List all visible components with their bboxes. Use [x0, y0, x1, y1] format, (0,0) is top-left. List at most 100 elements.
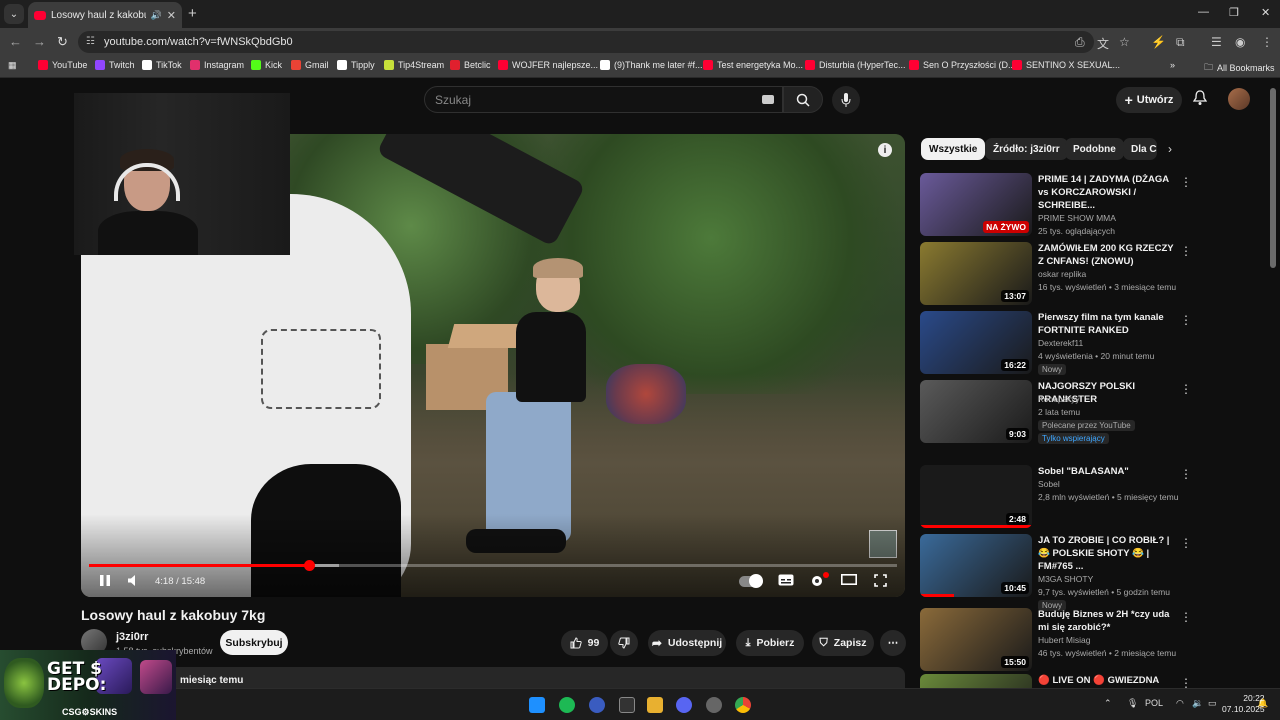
bell-icon[interactable] — [1193, 90, 1207, 106]
taskbar-clock[interactable]: 20:22 07.10.2025 — [1222, 693, 1265, 715]
fullscreen-icon[interactable] — [874, 574, 887, 587]
autoplay-toggle[interactable] — [739, 574, 763, 588]
chip-filter[interactable]: Źródło: j3zi0rr — [985, 138, 1068, 160]
bookmark-13[interactable]: Sen O Przyszłości (D... — [909, 60, 1016, 70]
media-icon[interactable]: ☰ — [1211, 35, 1222, 49]
create-button[interactable]: + Utwórz — [1116, 87, 1182, 113]
recommendation-thumbnail[interactable]: 15:50 — [920, 608, 1032, 671]
recommendation-channel[interactable]: Dexterekf11 — [1038, 338, 1083, 348]
bookmark-12[interactable]: Disturbia (HyperTec... — [805, 60, 906, 70]
bookmark-14[interactable]: SENTINO X SEXUAL... — [1012, 60, 1120, 70]
keyboard-icon[interactable] — [762, 95, 774, 104]
recommendation-title[interactable]: ZAMÓWIŁEM 200 KG RZECZY Z CNFANS! (ZNOWU… — [1038, 242, 1178, 268]
back-icon[interactable]: ← — [9, 34, 22, 49]
kebab-icon[interactable]: ⋮ — [1180, 175, 1192, 189]
recommendation-channel[interactable]: Sobel — [1038, 479, 1060, 489]
mic-icon[interactable]: 🎙 — [1127, 698, 1138, 709]
kebab-icon[interactable]: ⋮ — [1180, 382, 1192, 396]
description-box[interactable]: miesiąc temu — [81, 667, 905, 688]
channel-name[interactable]: j3zi0rr — [116, 631, 148, 643]
recommendation-thumbnail[interactable]: 10:45 — [920, 534, 1032, 597]
recommendation-thumbnail[interactable] — [920, 674, 1032, 688]
dislike-button[interactable] — [610, 630, 638, 656]
extensions-icon[interactable]: ⧉ — [1176, 35, 1185, 50]
recommendation-thumbnail[interactable]: 13:07 — [920, 242, 1032, 305]
save-button[interactable]: ⛉ Zapisz — [812, 630, 874, 656]
chrome-icon[interactable] — [735, 697, 751, 713]
voice-search-button[interactable] — [832, 86, 860, 114]
search-input[interactable]: Szukaj — [424, 86, 783, 113]
recommendation-channel[interactable]: Hubert Misiag — [1038, 635, 1090, 645]
install-icon[interactable]: ⎙ — [1075, 35, 1085, 50]
speaker-icon[interactable]: 🔊 — [151, 10, 162, 21]
bookmark-9[interactable]: WOJFER najlepsze... — [498, 60, 598, 70]
recommendation-item[interactable]: 2:48 Sobel "BALASANA" Sobel 2,8 mln wyświet… — [920, 465, 1265, 531]
language-indicator[interactable]: POL — [1145, 698, 1163, 708]
more-actions-button[interactable]: ⋯ — [880, 630, 906, 656]
recommendation-channel[interactable]: Konopskyy — [1038, 394, 1080, 404]
battery-icon[interactable]: ▭ — [1208, 698, 1217, 709]
progress-bar[interactable] — [89, 560, 897, 571]
explorer-icon[interactable] — [647, 697, 663, 713]
bookmark-7[interactable]: Tip4Stream — [384, 60, 444, 70]
apps-icon[interactable]: ▦ — [8, 60, 17, 71]
info-icon[interactable]: i — [878, 143, 892, 157]
recommendation-thumbnail[interactable]: NA ŻYWO — [920, 173, 1032, 236]
window-close-button[interactable]: ✕ — [1261, 6, 1270, 19]
bookmark-2[interactable]: TikTok — [142, 60, 182, 70]
kebab-icon[interactable]: ⋮ — [1261, 35, 1273, 49]
pause-icon[interactable] — [99, 574, 111, 587]
like-button[interactable]: 99 — [561, 630, 608, 656]
browser-tab-active[interactable]: Losowy haul z kakobuy 7kg 🔊 ✕ — [28, 2, 182, 28]
chip-filter[interactable]: Podobne — [1065, 138, 1124, 160]
kebab-icon[interactable]: ⋮ — [1180, 313, 1192, 327]
epic-icon[interactable] — [619, 697, 635, 713]
app-icon[interactable] — [589, 697, 605, 713]
translate-icon[interactable]: 文 — [1097, 35, 1109, 52]
profile-icon[interactable]: ◉ — [1235, 35, 1245, 49]
progress-scrubber[interactable] — [303, 560, 315, 571]
star-icon[interactable]: ☆ — [1119, 35, 1130, 49]
bookmark-4[interactable]: Kick — [251, 60, 282, 70]
more-bookmarks-icon[interactable]: » — [1170, 60, 1175, 70]
kebab-icon[interactable]: ⋮ — [1180, 676, 1192, 688]
extension-icon[interactable]: ⚡ — [1151, 35, 1166, 49]
recommendation-thumbnail[interactable]: 16:22 — [920, 311, 1032, 374]
bookmark-8[interactable]: Betclic — [450, 60, 491, 70]
windows-icon[interactable] — [529, 697, 545, 713]
all-bookmarks-button[interactable]: 🗀 All Bookmarks — [1204, 60, 1275, 76]
site-info-icon[interactable]: ☷ — [86, 36, 95, 47]
recommendation-thumbnail[interactable]: 9:03 — [920, 380, 1032, 443]
recommendation-channel[interactable]: M3GA SHOTY — [1038, 574, 1093, 584]
account-avatar[interactable] — [1228, 88, 1250, 110]
recommendation-item[interactable]: NA ŻYWO PRIME 14 | ZADYMA (DŻAGA vs KORCZ… — [920, 173, 1265, 239]
recommendation-title[interactable]: 🔴 LIVE ON 🔴 GWIEZDNA — [1038, 674, 1178, 687]
kebab-icon[interactable]: ⋮ — [1180, 467, 1192, 481]
chip-filter[interactable]: Dla C — [1123, 138, 1157, 160]
restore-button[interactable]: ❐ — [1229, 6, 1239, 19]
recommendation-item[interactable]: 10:45 JA TO ZROBIE | CO ROBIŁ? | 😂 POLSKI… — [920, 534, 1265, 611]
close-icon[interactable]: ✕ — [167, 9, 176, 22]
recommendation-item[interactable]: 9:03 NAJGORSZY POLSKI PRANKSTER Konopskyy 2… — [920, 380, 1265, 446]
bookmark-10[interactable]: (9)Thank me later #f... — [600, 60, 703, 70]
recommendation-thumbnail[interactable]: 2:48 — [920, 465, 1032, 528]
bookmark-6[interactable]: Tipply — [337, 60, 375, 70]
settings-icon[interactable] — [810, 574, 824, 588]
subtitles-icon[interactable] — [778, 574, 794, 586]
recommendation-title[interactable]: JA TO ZROBIE | CO ROBIŁ? | 😂 POLSKIE SHO… — [1038, 534, 1178, 573]
recommendation-title[interactable]: PRIME 14 | ZADYMA (DŻAGA vs KORCZAROWSKI… — [1038, 173, 1178, 212]
share-button[interactable]: ➦ Udostępnij — [648, 630, 726, 656]
page-scrollbar[interactable] — [1270, 88, 1276, 268]
new-tab-button[interactable]: + — [188, 5, 197, 22]
volume-icon[interactable] — [127, 574, 140, 587]
search-button[interactable] — [783, 86, 823, 113]
recommendation-item[interactable]: 16:22 Pierwszy film na tym kanale FORTNIT… — [920, 311, 1265, 377]
url-input[interactable]: ☷ youtube.com/watch?v=fWNSkQbdGb0 — [78, 31, 1094, 53]
spotify-icon[interactable] — [559, 697, 575, 713]
chip-filter[interactable]: Wszystkie — [921, 138, 986, 160]
bookmark-11[interactable]: Test energetyka Mo... — [703, 60, 803, 70]
recommendation-channel[interactable]: PRIME SHOW MMA — [1038, 213, 1116, 223]
recommendation-title[interactable]: Sobel "BALASANA" — [1038, 465, 1178, 478]
recommendation-title[interactable]: Buduję Biznes w 2H *czy uda mi się zarob… — [1038, 608, 1178, 634]
kebab-icon[interactable]: ⋮ — [1180, 610, 1192, 624]
